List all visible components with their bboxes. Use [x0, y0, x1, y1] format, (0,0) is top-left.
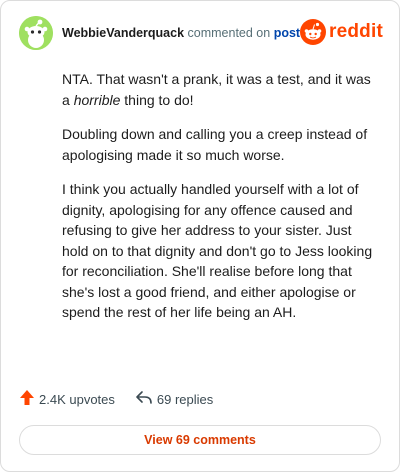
- reddit-brand[interactable]: reddit: [300, 18, 383, 46]
- replies-stat[interactable]: 69 replies: [135, 390, 213, 408]
- comment-paragraph-3: I think you actually handled yourself wi…: [62, 181, 373, 320]
- comment-paragraph-2: Doubling down and calling you a creep in…: [62, 126, 368, 163]
- comment-card: WebbieVanderquack commented on post redd…: [0, 0, 400, 472]
- paragraph-1-emphasis: horrible: [73, 91, 121, 108]
- comment-meta: WebbieVanderquack commented on post: [62, 26, 300, 40]
- upvotes-stat[interactable]: 2.4K upvotes: [19, 389, 115, 409]
- username[interactable]: WebbieVanderquack: [62, 26, 184, 40]
- upvotes-count: 2.4K upvotes: [39, 391, 115, 407]
- comment-paragraph-1: NTA. That wasn't a prank, it was a test,…: [62, 69, 380, 110]
- comment-footer: 2.4K upvotes 69 replies: [19, 389, 233, 409]
- post-link[interactable]: post: [274, 26, 300, 40]
- upvote-arrow-icon: [19, 389, 39, 409]
- view-comments-button[interactable]: View 69 comments: [19, 425, 381, 455]
- reddit-logo-icon: [300, 19, 327, 45]
- snoo-avatar-icon[interactable]: [19, 16, 53, 50]
- reddit-wordmark: reddit: [329, 21, 383, 42]
- paragraph-1-text-b: thing to do!: [120, 91, 194, 108]
- action-text: commented on: [187, 26, 271, 40]
- reply-arrow-icon: [135, 390, 157, 408]
- replies-count: 69 replies: [156, 391, 214, 407]
- comment-header: WebbieVanderquack commented on post redd…: [19, 16, 383, 52]
- comment-body: NTA. That wasn't a prank, it was a test,…: [62, 69, 380, 337]
